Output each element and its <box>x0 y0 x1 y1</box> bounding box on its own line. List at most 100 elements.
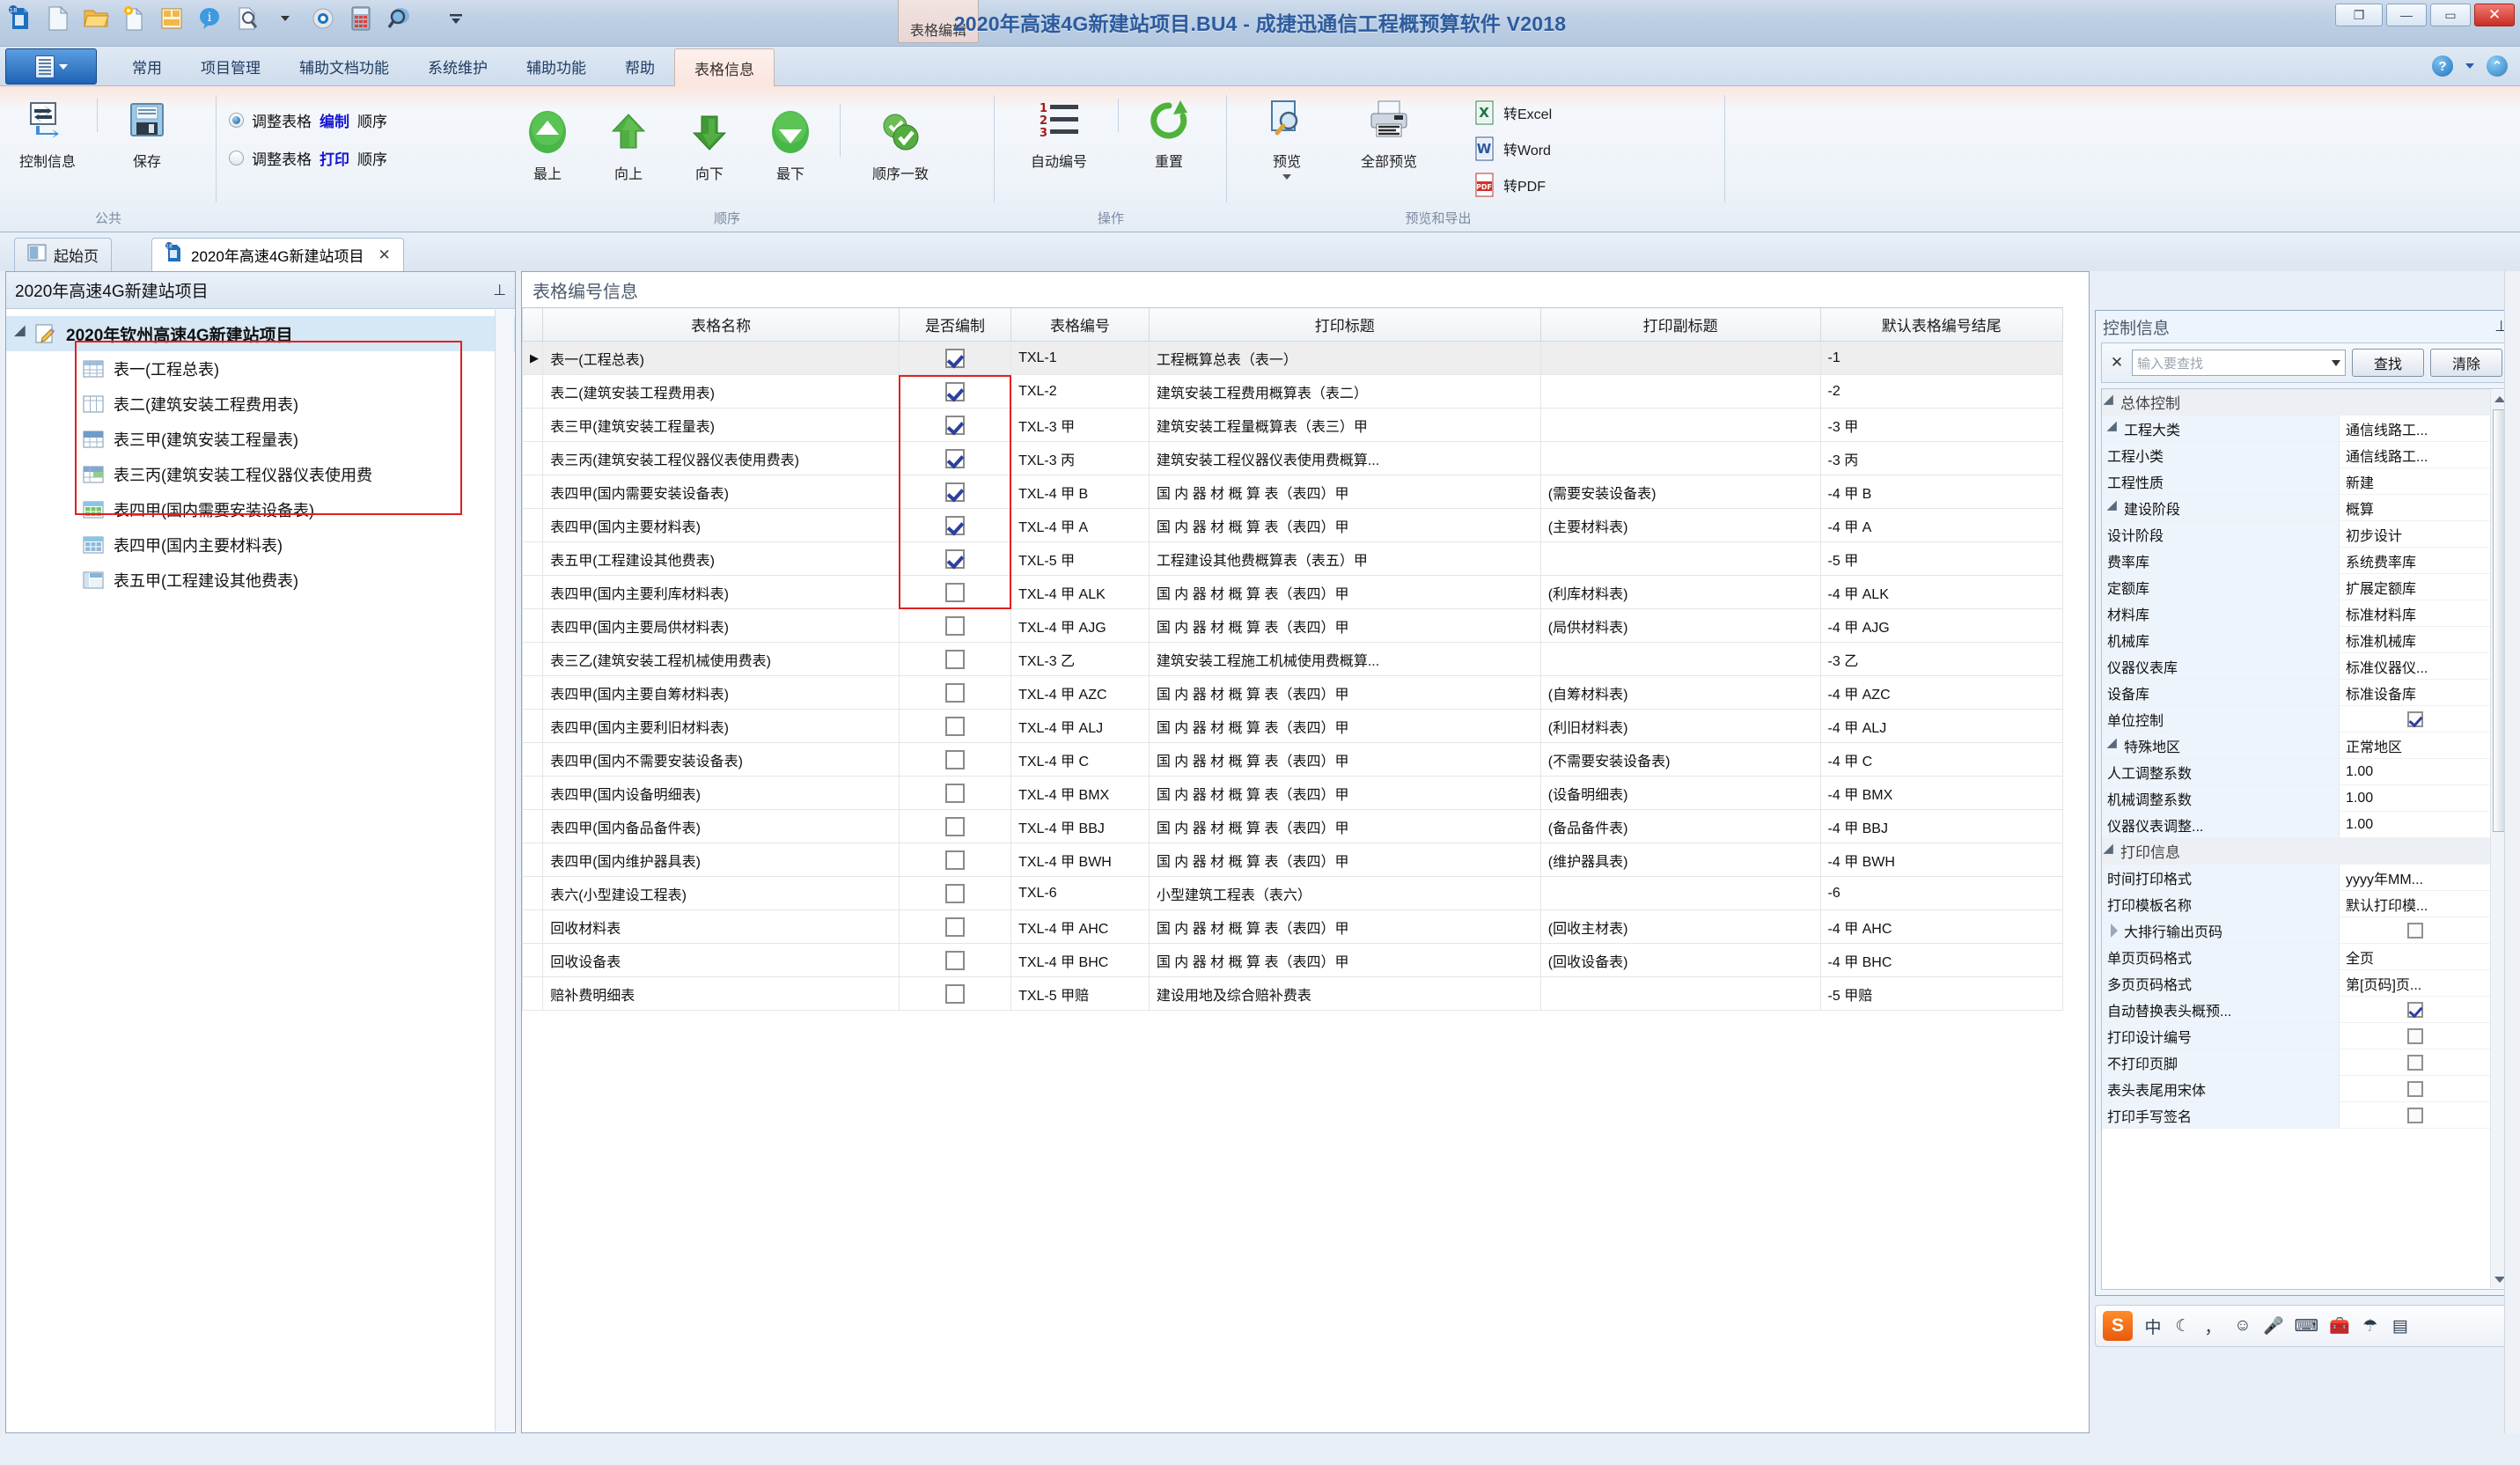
settings-gear-icon[interactable] <box>308 4 338 33</box>
property-group-header[interactable]: 总体控制 <box>2102 389 2491 416</box>
tree-item-biao2[interactable]: 表二(建筑安装工程费用表) <box>6 386 515 422</box>
tree-item-biao3jia[interactable]: 表三甲(建筑安装工程量表) <box>6 422 515 457</box>
cell-print-title[interactable]: 国 内 器 材 概 算 表（表四）甲 <box>1148 709 1541 743</box>
cell-print-title[interactable]: 工程建设其他费概算表（表五）甲 <box>1148 541 1541 576</box>
cell-print-subtitle[interactable]: (不需要安装设备表) <box>1539 742 1821 777</box>
property-checkbox[interactable] <box>2407 1054 2423 1071</box>
cell-print-subtitle[interactable]: (设备明细表) <box>1539 776 1821 810</box>
move-top-button[interactable]: 最上 <box>507 99 588 183</box>
cell-default-suffix[interactable]: -5 甲赔 <box>1819 976 2064 1011</box>
cell-table-name[interactable]: 表二(建筑安装工程费用表) <box>542 374 900 409</box>
cell-print-title[interactable]: 国 内 器 材 概 算 表（表四）甲 <box>1148 675 1541 710</box>
property-row[interactable]: 工程性质 新建 <box>2102 468 2491 495</box>
tree-item-biao4jia-equip[interactable]: 表四甲(国内需要安装设备表) <box>6 492 515 527</box>
cell-print-title[interactable]: 建筑安装工程量概算表（表三）甲 <box>1148 408 1541 442</box>
cell-default-suffix[interactable]: -4 甲 AHC <box>1819 909 2064 944</box>
col-print-title[interactable]: 打印标题 <box>1148 307 1541 342</box>
cell-print-title[interactable]: 建设用地及综合赔补费表 <box>1148 976 1541 1011</box>
checkbox-is-compiled[interactable] <box>945 682 965 703</box>
moon-icon[interactable]: ☾ <box>2173 1316 2193 1336</box>
chevron-down-icon[interactable] <box>1282 174 1291 180</box>
tree-item-biao3bing[interactable]: 表三丙(建筑安装工程仪器仪表使用费 <box>6 457 515 492</box>
doc-tab-project[interactable]: 18 2020年高速4G新建站项目 ✕ <box>151 238 404 271</box>
checkbox-is-compiled[interactable] <box>945 448 965 468</box>
cell-default-suffix[interactable]: -3 丙 <box>1819 441 2064 475</box>
cell-print-subtitle[interactable]: (利旧材料表) <box>1539 709 1821 743</box>
cell-table-name[interactable]: 表六(小型建设工程表) <box>542 876 900 910</box>
cell-table-name[interactable]: 表一(工程总表) <box>542 341 900 375</box>
cell-print-subtitle[interactable]: (局供材料表) <box>1539 608 1821 643</box>
property-value-cell[interactable]: 标准仪器仪... <box>2340 653 2491 679</box>
checkbox-is-compiled[interactable] <box>945 582 965 602</box>
table-row[interactable]: 表四甲(国内主要局供材料表) TXL-4 甲 AJG 国 内 器 材 概 算 表（表… <box>521 608 2064 643</box>
cell-table-number[interactable]: TXL-4 甲 BMX <box>1010 776 1150 810</box>
left-panel-scrollbar[interactable] <box>495 310 514 1432</box>
table-row[interactable]: 表四甲(国内维护器具表) TXL-4 甲 BWH 国 内 器 材 概 算 表（表四）… <box>521 843 2064 877</box>
property-value-cell[interactable]: 1.00 <box>2340 759 2491 784</box>
table-row[interactable]: 表四甲(国内主要利库材料表) TXL-4 甲 ALK 国 内 器 材 概 算 表（表… <box>521 575 2064 609</box>
property-row[interactable]: 特殊地区 正常地区 <box>2102 732 2491 759</box>
table-row[interactable]: 赔补费明细表 TXL-5 甲赔 建设用地及综合赔补费表 -5 甲赔 <box>521 976 2064 1011</box>
reset-button[interactable]: 重置 <box>1126 86 1212 171</box>
smiley-icon[interactable]: ☺ <box>2233 1316 2252 1336</box>
cell-print-subtitle[interactable]: (维护器具表) <box>1539 843 1821 877</box>
tab-bangzhu[interactable]: 帮助 <box>606 47 674 86</box>
property-value-cell[interactable]: 标准材料库 <box>2340 600 2491 626</box>
property-group-header[interactable]: 打印信息 <box>2102 838 2491 865</box>
checkbox-is-compiled[interactable] <box>945 850 965 870</box>
cell-table-name[interactable]: 回收材料表 <box>542 909 900 944</box>
cell-table-number[interactable]: TXL-4 甲 BHC <box>1010 943 1150 977</box>
checkbox-is-compiled[interactable] <box>945 515 965 535</box>
cell-default-suffix[interactable]: -1 <box>1819 341 2064 375</box>
cell-default-suffix[interactable]: -3 甲 <box>1819 408 2064 442</box>
cell-default-suffix[interactable]: -4 甲 AJG <box>1819 608 2064 643</box>
cell-print-subtitle[interactable] <box>1539 642 1821 676</box>
table-row[interactable]: 表四甲(国内主要材料表) TXL-4 甲 A国 内 器 材 概 算 表（表四）甲(… <box>521 508 2064 542</box>
cell-table-name[interactable]: 表四甲(国内主要自筹材料表) <box>542 675 900 710</box>
cell-table-number[interactable]: TXL-4 甲 ALJ <box>1010 709 1150 743</box>
table-row[interactable]: 表三乙(建筑安装工程机械使用费表) TXL-3 乙建筑安装工程施工机械使用费概算.… <box>521 642 2064 676</box>
table-row[interactable]: 表六(小型建设工程表) TXL-6 小型建筑工程表（表六） -6 <box>521 876 2064 910</box>
property-value-cell[interactable]: 通信线路工... <box>2340 416 2491 441</box>
property-row[interactable]: 工程大类 通信线路工... <box>2102 416 2491 442</box>
cell-print-title[interactable]: 建筑安装工程费用概算表（表二） <box>1148 374 1541 409</box>
tree-item-biao4jia-material[interactable]: 表四甲(国内主要材料表) <box>6 527 515 563</box>
cell-print-subtitle[interactable] <box>1539 408 1821 442</box>
property-row[interactable]: 建设阶段 概算 <box>2102 495 2491 521</box>
info-bubble-icon[interactable]: i <box>195 4 224 33</box>
expander-icon[interactable] <box>2111 923 2118 938</box>
table-row[interactable]: 表四甲(国内备品备件表) TXL-4 甲 BBJ 国 内 器 材 概 算 表（表四）… <box>521 809 2064 843</box>
property-value-cell[interactable]: 全页 <box>2340 944 2491 969</box>
table-row[interactable]: 表五甲(工程建设其他费表) TXL-5 甲工程建设其他费概算表（表五）甲 -5 甲 <box>521 541 2064 576</box>
property-checkbox[interactable] <box>2407 710 2423 727</box>
cell-is-compiled[interactable] <box>898 943 1012 977</box>
cell-print-subtitle[interactable] <box>1539 541 1821 576</box>
cell-is-compiled[interactable] <box>898 742 1012 777</box>
property-value-cell[interactable] <box>2340 1049 2491 1075</box>
cell-print-subtitle[interactable] <box>1539 441 1821 475</box>
cell-print-title[interactable]: 国 内 器 材 概 算 表（表四）甲 <box>1148 508 1541 542</box>
microphone-icon[interactable]: 🎤 <box>2263 1315 2284 1336</box>
table-row[interactable]: 表四甲(国内主要自筹材料表) TXL-4 甲 AZC 国 内 器 材 概 算 表（表… <box>521 675 2064 710</box>
cell-is-compiled[interactable] <box>898 508 1012 542</box>
property-value-cell[interactable]: 通信线路工... <box>2340 442 2491 467</box>
chevron-down-icon[interactable] <box>2465 63 2474 69</box>
calculator-icon[interactable] <box>346 4 376 33</box>
checkbox-is-compiled[interactable] <box>945 415 965 435</box>
property-row[interactable]: 工程小类 通信线路工... <box>2102 442 2491 468</box>
keyboard-icon[interactable]: ⌨ <box>2295 1316 2318 1336</box>
cell-default-suffix[interactable]: -4 甲 A <box>1819 508 2064 542</box>
cell-table-number[interactable]: TXL-4 甲 AJG <box>1010 608 1150 643</box>
property-row[interactable]: 费率库 系统费率库 <box>2102 548 2491 574</box>
cell-is-compiled[interactable] <box>898 441 1012 475</box>
cell-table-name[interactable]: 赔补费明细表 <box>542 976 900 1011</box>
checkbox-is-compiled[interactable] <box>945 749 965 769</box>
property-checkbox[interactable] <box>2407 1001 2423 1018</box>
property-checkbox[interactable] <box>2407 1107 2423 1123</box>
tree-root-item[interactable]: 2020年钦州高速4G新建站项目 <box>6 316 515 351</box>
cell-table-number[interactable]: TXL-2 <box>1010 374 1150 409</box>
cell-table-number[interactable]: TXL-3 丙 <box>1010 441 1150 475</box>
cell-print-subtitle[interactable]: (自筹材料表) <box>1539 675 1821 710</box>
cell-default-suffix[interactable]: -4 甲 BWH <box>1819 843 2064 877</box>
cell-table-name[interactable]: 表四甲(国内主要利旧材料表) <box>542 709 900 743</box>
